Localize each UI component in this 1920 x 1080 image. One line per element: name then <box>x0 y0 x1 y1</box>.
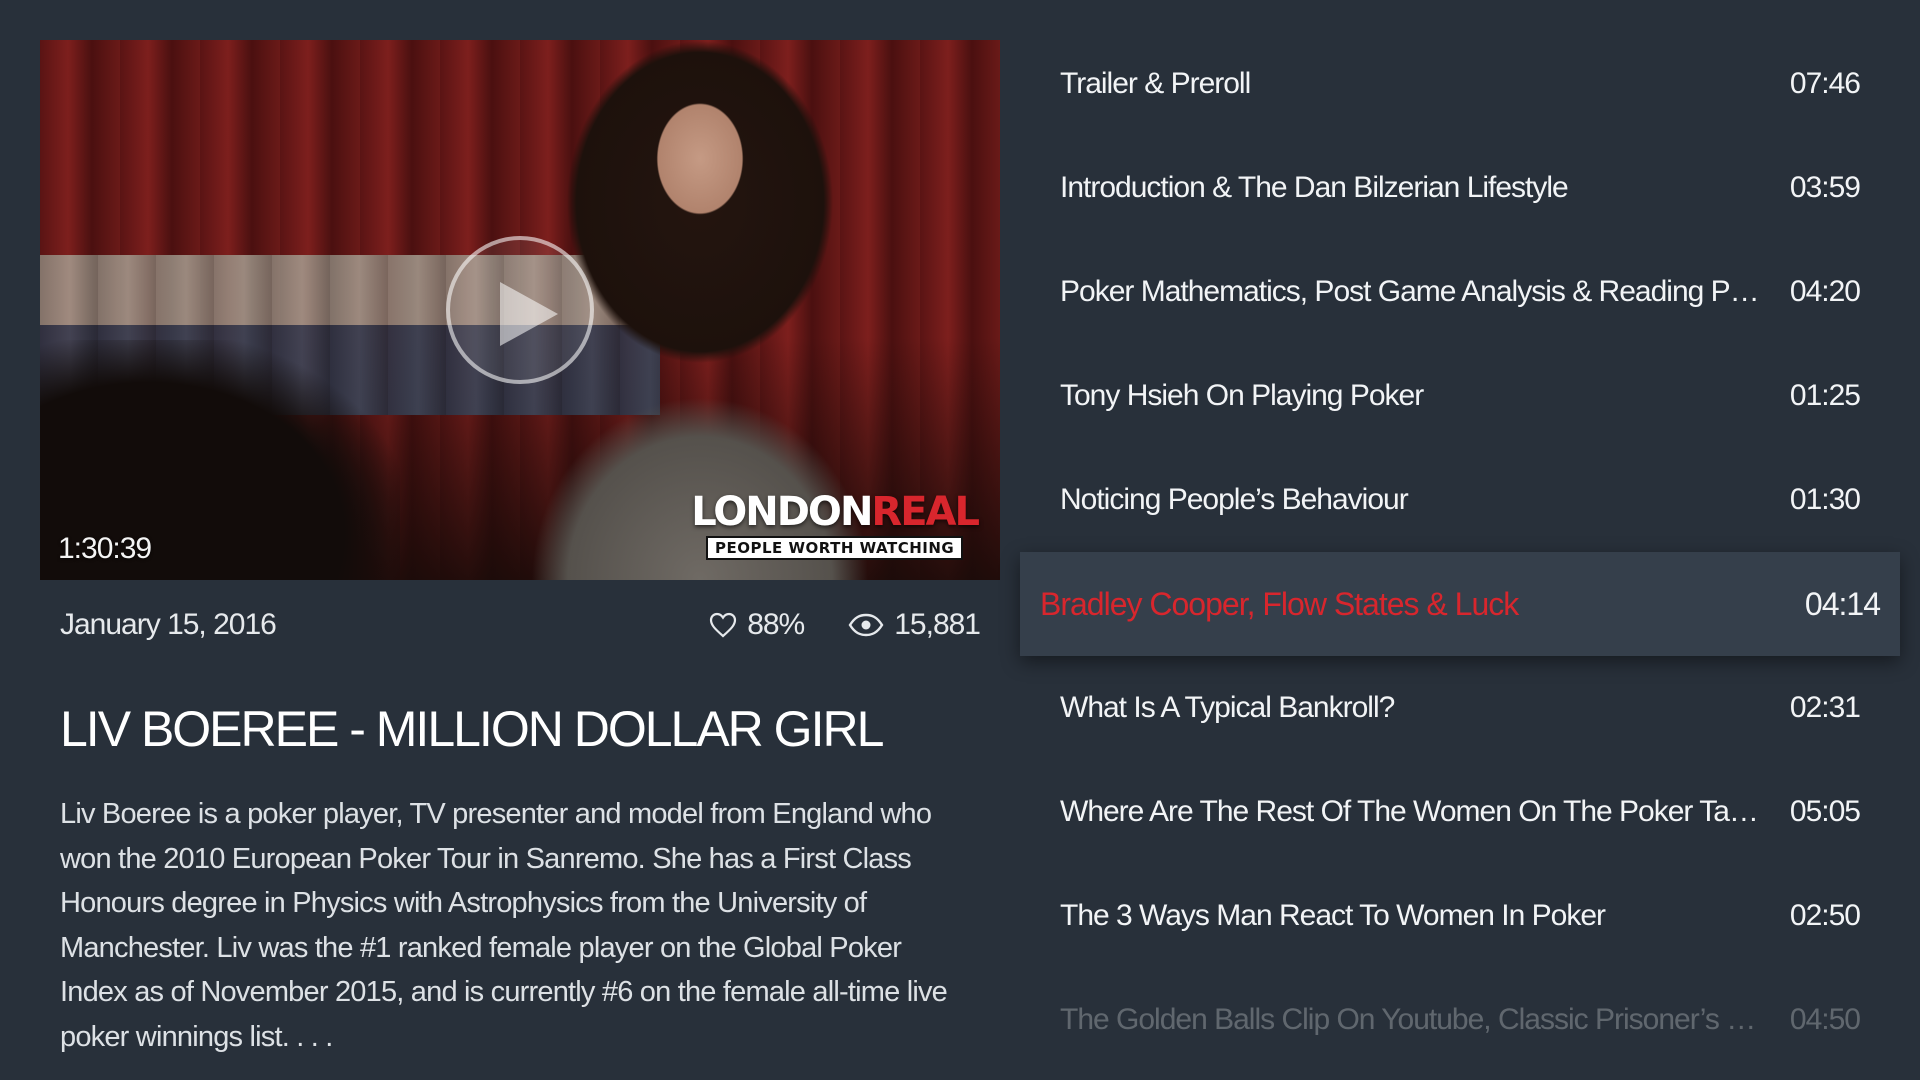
chapter-duration: 01:30 <box>1789 483 1861 516</box>
chapter-title: The 3 Ways Man React To Women In Poker <box>1060 899 1606 932</box>
chapter-duration: 02:31 <box>1789 691 1861 724</box>
chapter-item[interactable]: The 3 Ways Man React To Women In Poker 0… <box>1020 864 1900 968</box>
chapter-title: The Golden Balls Clip On Youtube, Classi… <box>1060 1003 1790 1036</box>
chapter-title: Where Are The Rest Of The Women On The P… <box>1060 795 1783 828</box>
video-detail-screen: 1:30:39 LONDONREAL PEOPLE WORTH WATCHING… <box>0 0 1920 1080</box>
brand-name-white: LONDON <box>691 489 873 535</box>
chapter-duration: 04:50 <box>1789 1003 1861 1036</box>
play-button[interactable] <box>446 236 594 384</box>
like-percentage: 88% <box>747 608 805 641</box>
chapter-list: Trailer & Preroll 07:46 Introduction & T… <box>1020 32 1900 1072</box>
chapter-item[interactable]: Poker Mathematics, Post Game Analysis & … <box>1020 240 1900 344</box>
chapter-duration: 03:59 <box>1789 171 1861 204</box>
episode-title: LIV BOEREE - MILLION DOLLAR GIRL <box>60 701 884 757</box>
chapter-duration: 02:50 <box>1789 899 1861 932</box>
brand-name-red: REAL <box>871 489 980 535</box>
chapter-item[interactable]: The Golden Balls Clip On Youtube, Classi… <box>1020 968 1900 1072</box>
chapter-duration: 01:25 <box>1789 379 1861 412</box>
chapter-title: Poker Mathematics, Post Game Analysis & … <box>1060 275 1790 308</box>
chapter-title: Introduction & The Dan Bilzerian Lifesty… <box>1060 171 1569 204</box>
chapter-duration: 04:14 <box>1804 585 1881 622</box>
video-duration: 1:30:39 <box>58 532 152 565</box>
chapter-duration: 04:20 <box>1789 275 1861 308</box>
chapter-title: Trailer & Preroll <box>1060 67 1251 100</box>
chapter-title: Bradley Cooper, Flow States & Luck <box>1040 585 1519 622</box>
release-date: January 15, 2016 <box>60 608 277 641</box>
chapter-title: Tony Hsieh On Playing Poker <box>1060 379 1424 412</box>
chapter-title: What Is A Typical Bankroll? <box>1060 691 1395 724</box>
chapter-item[interactable]: Trailer & Preroll 07:46 <box>1020 32 1900 136</box>
chapter-duration: 07:46 <box>1789 67 1861 100</box>
view-count: 15,881 <box>894 608 981 641</box>
chapter-duration: 05:05 <box>1789 795 1861 828</box>
chapter-item[interactable]: Where Are The Rest Of The Women On The P… <box>1020 760 1900 864</box>
play-icon <box>500 282 558 346</box>
chapter-item-selected[interactable]: Bradley Cooper, Flow States & Luck 04:14 <box>1020 552 1900 656</box>
chapter-title: Noticing People’s Behaviour <box>1060 483 1409 516</box>
chapter-item[interactable]: Noticing People’s Behaviour 01:30 <box>1020 448 1900 552</box>
video-thumbnail[interactable]: 1:30:39 LONDONREAL PEOPLE WORTH WATCHING <box>40 40 1000 580</box>
episode-description: Liv Boeree is a poker player, TV present… <box>60 798 948 1053</box>
heart-icon <box>710 612 737 638</box>
chapter-item[interactable]: What Is A Typical Bankroll? 02:31 <box>1020 656 1900 760</box>
brand-tagline: PEOPLE WORTH WATCHING <box>705 536 964 560</box>
like-stat[interactable]: 88% <box>709 608 805 642</box>
chapter-item[interactable]: Tony Hsieh On Playing Poker 01:25 <box>1020 344 1900 448</box>
video-meta: January 15, 2016 88% 15,881 <box>60 600 981 650</box>
chapter-item[interactable]: Introduction & The Dan Bilzerian Lifesty… <box>1020 136 1900 240</box>
eye-icon <box>848 613 884 637</box>
view-stat: 15,881 <box>848 608 981 642</box>
brand-logo: LONDONREAL PEOPLE WORTH WATCHING <box>691 489 980 560</box>
